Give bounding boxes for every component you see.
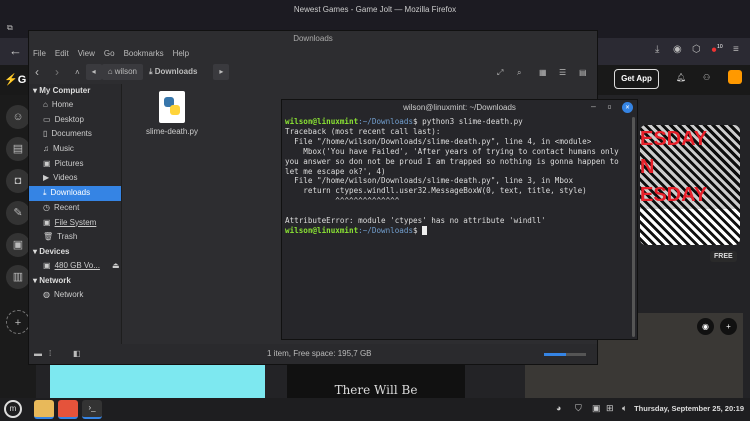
game-thumbnail[interactable]: ESDAY N ESDAY	[640, 125, 740, 245]
extensions-icon[interactable]: ⬡	[692, 44, 701, 55]
updater-icon[interactable]	[58, 400, 78, 419]
gamejolt-logo[interactable]: ⚡G	[4, 73, 26, 86]
clipboard-icon[interactable]: ▣	[592, 403, 601, 414]
breadcrumb-wilson[interactable]: ⌂ wilson	[101, 64, 143, 80]
back-icon[interactable]: ←	[9, 43, 22, 58]
search-icon[interactable]: ⌕	[517, 68, 521, 78]
taskbar: m ›_ ◕ ⛉ ▣ ⊞ 🔈︎ Thursday, September 25, …	[0, 398, 750, 421]
downloads-icon[interactable]: ⤓	[655, 44, 659, 55]
forward-icon[interactable]: ›	[55, 65, 59, 79]
scrollbar[interactable]	[632, 117, 635, 337]
status-text: 1 item, Free space: 195,7 GB	[267, 349, 372, 358]
list-view-icon[interactable]: ☰	[559, 68, 566, 77]
game-thumbnail-there-will-be[interactable]: There Will Be	[287, 365, 465, 398]
discover-icon[interactable]: ☺	[6, 105, 30, 129]
game-thumbnail-bird[interactable]	[50, 365, 265, 398]
menu-view[interactable]: View	[78, 47, 95, 61]
user-avatar[interactable]	[728, 70, 742, 84]
sidebar-item-volume[interactable]: ▣ 480 GB Vo... ⏏	[29, 259, 121, 274]
eye-icon[interactable]: ◉	[697, 318, 714, 335]
mint-menu-icon[interactable]: m	[4, 400, 22, 418]
menu-go[interactable]: Go	[104, 47, 115, 61]
file-item[interactable]: slime-death.py	[137, 91, 207, 136]
terminal-icon[interactable]: ›_	[82, 400, 102, 419]
sidebar-item-desktop[interactable]: ▭ Desktop	[29, 113, 121, 128]
terminal-output[interactable]: wilson@linuxmint:~/Downloads$ python3 sl…	[282, 115, 630, 238]
add-icon[interactable]: +	[720, 318, 737, 335]
shield-icon[interactable]: ⛉	[575, 403, 582, 414]
cursor	[422, 225, 427, 235]
compact-view-icon[interactable]: ▤	[579, 68, 587, 77]
store-icon[interactable]: ▤	[6, 137, 30, 161]
window-title: Downloads	[293, 34, 333, 43]
get-app-button[interactable]: Get App	[614, 69, 659, 89]
library-icon[interactable]: ▥	[6, 265, 30, 289]
show-tree-icon[interactable]: ⁞	[49, 344, 51, 364]
sidebar-item-network[interactable]: ◍ Network	[29, 288, 121, 303]
breadcrumb-right-icon[interactable]: ▸	[213, 64, 230, 80]
community-icon[interactable]: ✎	[6, 201, 30, 225]
network-icon[interactable]: ⊞	[606, 403, 614, 414]
menu-help[interactable]: Help	[173, 47, 189, 61]
sidebar-item-downloads[interactable]: ⤓ Downloads	[29, 186, 121, 201]
account-icon[interactable]: ◉	[673, 44, 682, 55]
zoom-slider-track	[566, 353, 586, 356]
breadcrumb-downloads[interactable]: ⤓ Downloads	[149, 67, 197, 77]
minimize-icon[interactable]: –	[591, 102, 596, 111]
section-my-computer[interactable]: ▾ My Computer	[29, 84, 121, 98]
python-file-icon	[159, 91, 185, 123]
section-devices[interactable]: ▾ Devices	[29, 245, 121, 259]
volume-icon[interactable]: 🔈︎	[622, 403, 627, 414]
files-icon[interactable]	[34, 400, 54, 419]
sidebar-item-videos[interactable]: ▶ Videos	[29, 171, 121, 186]
eject-icon[interactable]: ⏏	[112, 259, 120, 274]
zoom-slider[interactable]	[544, 353, 566, 356]
status-bar: ▬ ⁞ ◧ 1 item, Free space: 195,7 GB	[29, 344, 597, 364]
show-places-icon[interactable]: ▬	[34, 344, 42, 364]
menu-edit[interactable]: Edit	[55, 47, 69, 61]
clock[interactable]: Thursday, September 25, 20:19	[634, 404, 744, 413]
sidebar-item-home[interactable]: ⌂ Home	[29, 98, 121, 113]
section-network[interactable]: ▾ Network	[29, 274, 121, 288]
sidebar-item-music[interactable]: ♫ Music	[29, 142, 121, 157]
icon-view-icon[interactable]: ▦	[539, 68, 547, 77]
steam-icon[interactable]: ◕	[556, 403, 561, 413]
toolbar: ‹ › ˄ ◂ ⌂ wilson ⤓ Downloads ▸ ⤢ ⌕ ▦ ☰ ▤	[29, 61, 597, 83]
sidebar-item-file-system[interactable]: ▣ File System	[29, 216, 121, 231]
breadcrumb-left-icon[interactable]: ◂	[85, 64, 102, 80]
sidebar-item-recent[interactable]: ◷ Recent	[29, 201, 121, 216]
places-sidebar: ▾ My Computer ⌂ Home ▭ Desktop ▯ Documents …	[29, 84, 122, 346]
location-toggle-icon[interactable]: ⤢	[497, 68, 503, 78]
menu-icon[interactable]: ≡	[733, 44, 739, 55]
terminal-title: wilson@linuxmint: ~/Downloads	[403, 103, 516, 112]
sidebar-item-documents[interactable]: ▯ Documents	[29, 127, 121, 142]
menu-bookmarks[interactable]: Bookmarks	[124, 47, 164, 61]
hide-sidebar-icon[interactable]: ◧	[73, 344, 81, 364]
menu-file[interactable]: File	[33, 47, 46, 61]
close-icon[interactable]: ✕	[622, 102, 633, 113]
maximize-icon[interactable]: ▫	[607, 102, 612, 111]
chat-icon[interactable]: ▣	[6, 233, 30, 257]
terminal-window: wilson@linuxmint: ~/Downloads – ▫ ✕ wils…	[281, 99, 638, 340]
menu-bar: File Edit View Go Bookmarks Help	[29, 47, 597, 61]
free-badge: FREE	[710, 251, 737, 262]
back-icon[interactable]: ‹	[35, 65, 39, 79]
sidebar-item-pictures[interactable]: ▣ Pictures	[29, 157, 121, 172]
firefox-titlebar: Newest Games - Game Jolt — Mozilla Firef…	[0, 0, 750, 20]
tab-overview-icon[interactable]: ⧉	[7, 23, 13, 33]
friends-icon[interactable]: ⚇	[703, 73, 710, 82]
up-icon[interactable]: ˄	[75, 68, 80, 77]
sidebar-item-trash[interactable]: 🗑︎ Trash	[29, 230, 121, 245]
bag-icon[interactable]: ◘	[6, 169, 30, 193]
ublock-icon[interactable]: ●10	[711, 44, 723, 55]
add-community-icon[interactable]: +	[6, 310, 30, 334]
bell-icon[interactable]: 🔔︎	[676, 73, 686, 82]
